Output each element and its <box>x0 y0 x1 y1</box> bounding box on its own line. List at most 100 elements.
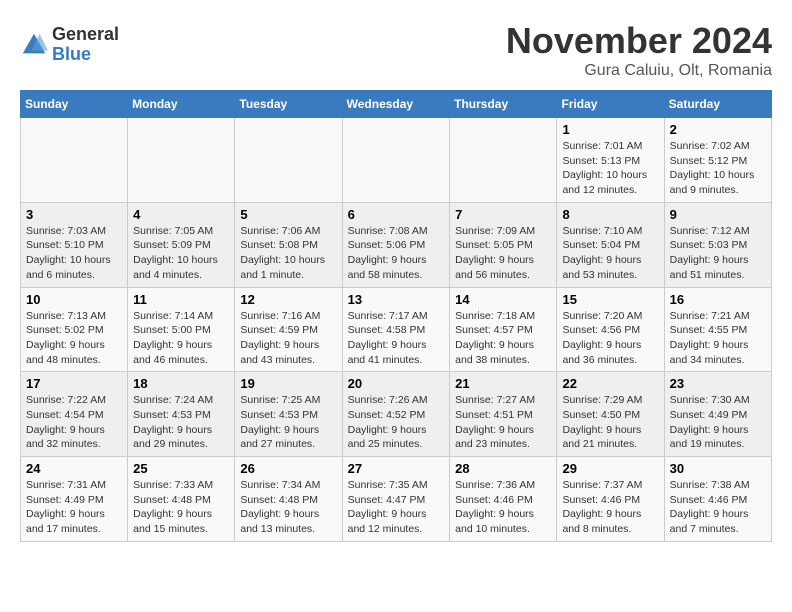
calendar-row-3: 17 Sunrise: 7:22 AMSunset: 4:54 PMDayligh… <box>21 372 772 457</box>
day-number: 25 <box>133 461 229 476</box>
day-info: Sunrise: 7:18 AMSunset: 4:57 PMDaylight:… <box>455 309 551 368</box>
day-info: Sunrise: 7:12 AMSunset: 5:03 PMDaylight:… <box>670 224 766 283</box>
calendar-cell: 24Sunrise: 7:31 AMSunset: 4:49 PMDayligh… <box>21 457 128 542</box>
day-number: 30 <box>670 461 766 476</box>
day-number: 28 <box>455 461 551 476</box>
day-number: 7 <box>455 207 551 222</box>
day-info: Sunrise: 7:38 AMSunset: 4:46 PMDaylight:… <box>670 478 766 537</box>
title-area: November 2024 Gura Caluiu, Olt, Romania <box>506 20 772 80</box>
day-info: Sunrise: 7:17 AMSunset: 4:58 PMDaylight:… <box>348 309 445 368</box>
day-info: Sunrise: 7:22 AMSunset: 4:54 PMDaylight:… <box>26 393 122 452</box>
calendar-cell <box>450 118 557 203</box>
calendar-row-2: 10 Sunrise: 7:13 AMSunset: 5:02 PMDayligh… <box>21 287 772 372</box>
header-sunday: Sunday <box>21 91 128 118</box>
header-wednesday: Wednesday <box>342 91 450 118</box>
day-info: Sunrise: 7:36 AMSunset: 4:46 PMDaylight:… <box>455 478 551 537</box>
calendar-cell: 27 Sunrise: 7:35 AMSunset: 4:47 PMDayligh… <box>342 457 450 542</box>
calendar-cell: 15 Sunrise: 7:20 AMSunset: 4:56 PMDayligh… <box>557 287 664 372</box>
logo-general-text: General <box>52 25 119 45</box>
day-info: Sunrise: 7:03 AMSunset: 5:10 PMDaylight:… <box>26 224 122 283</box>
day-info: Sunrise: 7:09 AMSunset: 5:05 PMDaylight:… <box>455 224 551 283</box>
day-info: Sunrise: 7:14 AMSunset: 5:00 PMDaylight:… <box>133 309 229 368</box>
calendar-cell: 13 Sunrise: 7:17 AMSunset: 4:58 PMDayligh… <box>342 287 450 372</box>
calendar-cell: 23 Sunrise: 7:30 AMSunset: 4:49 PMDayligh… <box>664 372 771 457</box>
day-info: Sunrise: 7:10 AMSunset: 5:04 PMDaylight:… <box>562 224 658 283</box>
day-number: 24 <box>26 461 122 476</box>
day-number: 6 <box>348 207 445 222</box>
calendar-cell: 5Sunrise: 7:06 AMSunset: 5:08 PMDaylight… <box>235 202 342 287</box>
day-info: Sunrise: 7:06 AMSunset: 5:08 PMDaylight:… <box>240 224 336 283</box>
day-number: 13 <box>348 292 445 307</box>
day-number: 4 <box>133 207 229 222</box>
day-info: Sunrise: 7:26 AMSunset: 4:52 PMDaylight:… <box>348 393 445 452</box>
day-info: Sunrise: 7:25 AMSunset: 4:53 PMDaylight:… <box>240 393 336 452</box>
day-info: Sunrise: 7:30 AMSunset: 4:49 PMDaylight:… <box>670 393 766 452</box>
logo-blue-text: Blue <box>52 45 119 65</box>
header-thursday: Thursday <box>450 91 557 118</box>
calendar-cell: 21 Sunrise: 7:27 AMSunset: 4:51 PMDayligh… <box>450 372 557 457</box>
calendar-cell: 22Sunrise: 7:29 AMSunset: 4:50 PMDayligh… <box>557 372 664 457</box>
calendar-cell: 17 Sunrise: 7:22 AMSunset: 4:54 PMDayligh… <box>21 372 128 457</box>
header-friday: Friday <box>557 91 664 118</box>
logo-icon <box>20 31 48 59</box>
day-number: 16 <box>670 292 766 307</box>
day-number: 10 <box>26 292 122 307</box>
day-number: 14 <box>455 292 551 307</box>
calendar-cell: 3Sunrise: 7:03 AMSunset: 5:10 PMDaylight… <box>21 202 128 287</box>
calendar-row-4: 24Sunrise: 7:31 AMSunset: 4:49 PMDayligh… <box>21 457 772 542</box>
calendar-cell: 26 Sunrise: 7:34 AMSunset: 4:48 PMDayligh… <box>235 457 342 542</box>
day-info: Sunrise: 7:05 AMSunset: 5:09 PMDaylight:… <box>133 224 229 283</box>
day-number: 17 <box>26 376 122 391</box>
calendar-cell: 2Sunrise: 7:02 AMSunset: 5:12 PMDaylight… <box>664 118 771 203</box>
calendar-cell <box>342 118 450 203</box>
day-number: 1 <box>562 122 658 137</box>
header-monday: Monday <box>128 91 235 118</box>
day-info: Sunrise: 7:35 AMSunset: 4:47 PMDaylight:… <box>348 478 445 537</box>
calendar-subtitle: Gura Caluiu, Olt, Romania <box>506 62 772 80</box>
calendar-row-1: 3Sunrise: 7:03 AMSunset: 5:10 PMDaylight… <box>21 202 772 287</box>
day-info: Sunrise: 7:37 AMSunset: 4:46 PMDaylight:… <box>562 478 658 537</box>
day-number: 11 <box>133 292 229 307</box>
page-header: General Blue November 2024 Gura Caluiu, … <box>20 20 772 80</box>
day-info: Sunrise: 7:21 AMSunset: 4:55 PMDaylight:… <box>670 309 766 368</box>
calendar-row-0: 1 Sunrise: 7:01 AMSunset: 5:13 PMDaylight… <box>21 118 772 203</box>
calendar-cell: 8 Sunrise: 7:10 AMSunset: 5:04 PMDaylight… <box>557 202 664 287</box>
calendar-cell: 18Sunrise: 7:24 AMSunset: 4:53 PMDayligh… <box>128 372 235 457</box>
calendar-cell: 1 Sunrise: 7:01 AMSunset: 5:13 PMDaylight… <box>557 118 664 203</box>
calendar-cell: 25 Sunrise: 7:33 AMSunset: 4:48 PMDayligh… <box>128 457 235 542</box>
day-number: 8 <box>562 207 658 222</box>
header-row: SundayMondayTuesdayWednesdayThursdayFrid… <box>21 91 772 118</box>
calendar-cell: 6 Sunrise: 7:08 AMSunset: 5:06 PMDaylight… <box>342 202 450 287</box>
day-number: 26 <box>240 461 336 476</box>
calendar-cell <box>235 118 342 203</box>
day-number: 23 <box>670 376 766 391</box>
day-number: 15 <box>562 292 658 307</box>
day-number: 27 <box>348 461 445 476</box>
calendar-cell: 12 Sunrise: 7:16 AMSunset: 4:59 PMDayligh… <box>235 287 342 372</box>
day-info: Sunrise: 7:27 AMSunset: 4:51 PMDaylight:… <box>455 393 551 452</box>
day-info: Sunrise: 7:01 AMSunset: 5:13 PMDaylight:… <box>562 139 658 198</box>
day-number: 20 <box>348 376 445 391</box>
day-info: Sunrise: 7:08 AMSunset: 5:06 PMDaylight:… <box>348 224 445 283</box>
calendar-cell: 4 Sunrise: 7:05 AMSunset: 5:09 PMDaylight… <box>128 202 235 287</box>
day-info: Sunrise: 7:34 AMSunset: 4:48 PMDaylight:… <box>240 478 336 537</box>
header-tuesday: Tuesday <box>235 91 342 118</box>
calendar-cell: 14 Sunrise: 7:18 AMSunset: 4:57 PMDayligh… <box>450 287 557 372</box>
day-number: 29 <box>562 461 658 476</box>
day-number: 12 <box>240 292 336 307</box>
calendar-cell: 9Sunrise: 7:12 AMSunset: 5:03 PMDaylight… <box>664 202 771 287</box>
logo: General Blue <box>20 25 119 65</box>
calendar-table: SundayMondayTuesdayWednesdayThursdayFrid… <box>20 90 772 542</box>
day-number: 21 <box>455 376 551 391</box>
day-info: Sunrise: 7:13 AMSunset: 5:02 PMDaylight:… <box>26 309 122 368</box>
calendar-cell: 28 Sunrise: 7:36 AMSunset: 4:46 PMDayligh… <box>450 457 557 542</box>
day-info: Sunrise: 7:20 AMSunset: 4:56 PMDaylight:… <box>562 309 658 368</box>
day-info: Sunrise: 7:16 AMSunset: 4:59 PMDaylight:… <box>240 309 336 368</box>
day-info: Sunrise: 7:29 AMSunset: 4:50 PMDaylight:… <box>562 393 658 452</box>
day-info: Sunrise: 7:33 AMSunset: 4:48 PMDaylight:… <box>133 478 229 537</box>
day-number: 2 <box>670 122 766 137</box>
calendar-cell <box>128 118 235 203</box>
day-number: 19 <box>240 376 336 391</box>
calendar-cell <box>21 118 128 203</box>
calendar-cell: 30 Sunrise: 7:38 AMSunset: 4:46 PMDayligh… <box>664 457 771 542</box>
